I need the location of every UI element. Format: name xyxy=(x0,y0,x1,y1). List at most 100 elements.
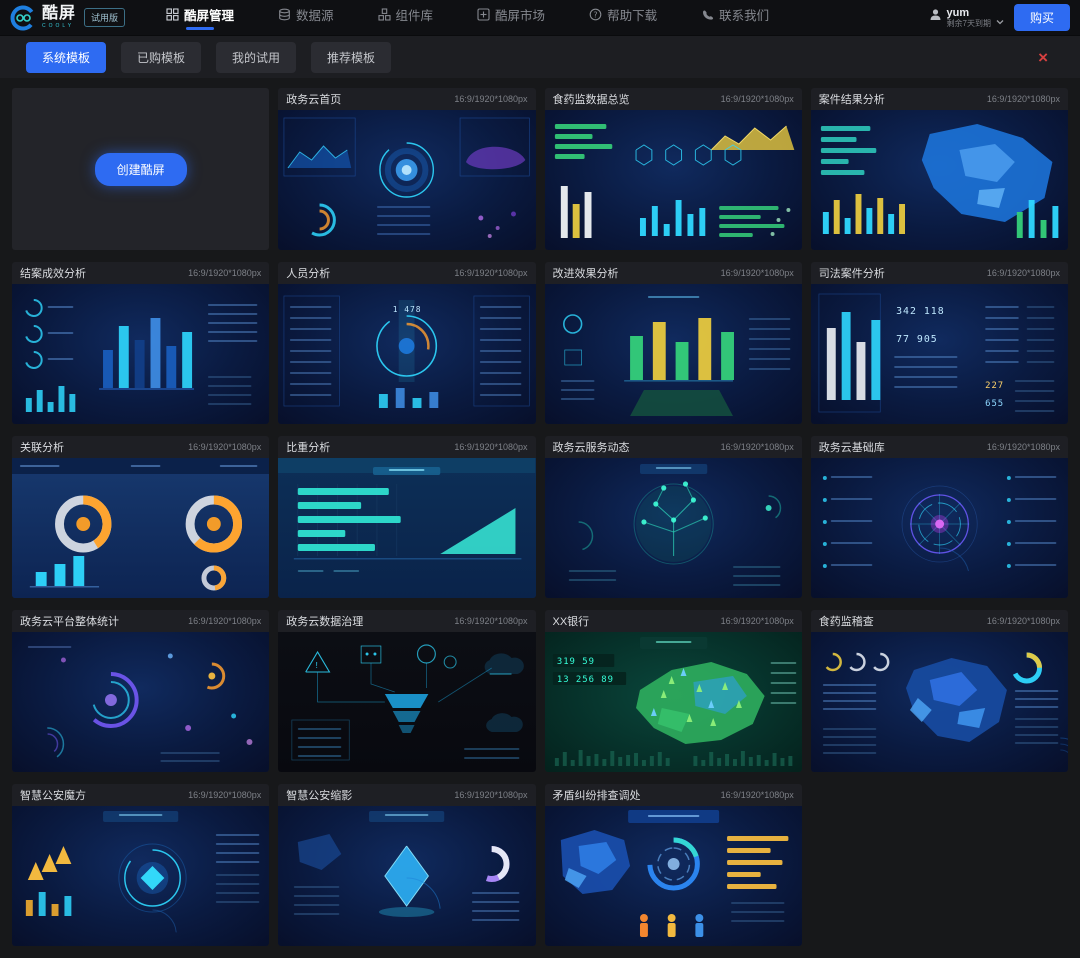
components-icon xyxy=(378,8,391,21)
nav-item-help-download[interactable]: ?帮助下载 xyxy=(589,5,657,30)
template-thumbnail xyxy=(12,806,269,946)
template-thumbnail: 319 59 13 256 89 xyxy=(545,632,802,772)
template-card[interactable]: 政务云数据治理 16:9/1920*1080px! xyxy=(278,610,535,772)
nav-item-component-lib[interactable]: 组件库 xyxy=(378,5,434,30)
template-card-header: 政务云数据治理 16:9/1920*1080px xyxy=(278,610,535,632)
template-card[interactable]: 食药监数据总览16:9/1920*1080px xyxy=(545,88,802,250)
create-screen-card[interactable]: 创建酷屏 xyxy=(12,88,269,250)
template-card-header: 食药监稽查16:9/1920*1080px xyxy=(811,610,1068,632)
template-thumbnail xyxy=(545,284,802,424)
template-size: 16:9/1920*1080px xyxy=(721,94,794,104)
database-icon xyxy=(278,8,291,21)
template-gallery: 创建酷屏 政务云首页16:9/1920*1080px食药监数据总览16:9/19… xyxy=(0,78,1080,958)
template-card[interactable]: 智慧公安魔方 16:9/1920*1080px xyxy=(12,784,269,946)
svg-text:342 118: 342 118 xyxy=(896,306,945,317)
template-card[interactable]: 政务云服务动态16:9/1920*1080px xyxy=(545,436,802,598)
nav-item-screen-manage[interactable]: 酷屏管理 xyxy=(166,5,234,30)
template-card[interactable]: 改进效果分析16:9/1920*1080px xyxy=(545,262,802,424)
nav-item-screen-market[interactable]: 酷屏市场 xyxy=(477,5,545,30)
template-title: 政务云数据治理 xyxy=(286,613,363,629)
template-size: 16:9/1920*1080px xyxy=(454,616,527,626)
template-thumbnail xyxy=(545,110,802,250)
template-size: 16:9/1920*1080px xyxy=(721,616,794,626)
user-icon xyxy=(929,8,942,26)
template-card[interactable]: 智慧公安缩影 16:9/1920*1080px xyxy=(278,784,535,946)
template-title: 关联分析 xyxy=(20,439,64,455)
buy-button[interactable]: 购买 xyxy=(1014,4,1070,31)
template-card[interactable]: 司法案件分析16:9/1920*1080px342 11877 90522765… xyxy=(811,262,1068,424)
tab-recommended-templates[interactable]: 推荐模板 xyxy=(311,42,391,73)
nav-item-label: 联系我们 xyxy=(719,5,769,24)
top-bar: 酷屏 COOLY 试用版 酷屏管理 数据源 组件库 酷屏市场 ?帮助下载 联系我们 yum… xyxy=(0,0,1080,36)
template-tabbar: 系统模板已购模板我的试用推荐模板 × xyxy=(0,36,1080,78)
template-size: 16:9/1920*1080px xyxy=(721,442,794,452)
template-card-header: 食药监数据总览16:9/1920*1080px xyxy=(545,88,802,110)
template-card[interactable]: 食药监稽查16:9/1920*1080px xyxy=(811,610,1068,772)
template-size: 16:9/1920*1080px xyxy=(454,94,527,104)
template-card-header: 政务云基础库16:9/1920*1080px xyxy=(811,436,1068,458)
template-title: 智慧公安魔方 xyxy=(20,787,86,803)
template-card[interactable]: 结案成效分析16:9/1920*1080px xyxy=(12,262,269,424)
brand: 酷屏 COOLY 试用版 xyxy=(10,5,138,31)
template-title: 司法案件分析 xyxy=(819,265,885,281)
template-thumbnail xyxy=(545,458,802,598)
template-card-header: 改进效果分析16:9/1920*1080px xyxy=(545,262,802,284)
template-thumbnail: 342 11877 905227655 xyxy=(811,284,1068,424)
template-size: 16:9/1920*1080px xyxy=(188,442,261,452)
template-thumbnail: ! xyxy=(278,632,535,772)
template-card-header: 结案成效分析16:9/1920*1080px xyxy=(12,262,269,284)
svg-text:13 256 89: 13 256 89 xyxy=(556,675,613,685)
template-size: 16:9/1920*1080px xyxy=(987,616,1060,626)
template-card[interactable]: 关联分析 16:9/1920*1080px xyxy=(12,436,269,598)
nav-item-label: 酷屏市场 xyxy=(495,5,545,24)
template-title: 人员分析 xyxy=(286,265,330,281)
template-title: XX银行 xyxy=(553,613,590,629)
svg-text:?: ? xyxy=(593,10,597,19)
template-card[interactable]: XX银行 16:9/1920*1080px 319 59 13 256 89 xyxy=(545,610,802,772)
template-card[interactable]: 政务云平台整体统计16:9/1920*1080px xyxy=(12,610,269,772)
template-size: 16:9/1920*1080px xyxy=(454,790,527,800)
brand-subtitle: COOLY xyxy=(42,24,76,29)
template-card-header: 矛盾纠纷排查调处16:9/1920*1080px xyxy=(545,784,802,806)
template-card[interactable]: 政务云基础库16:9/1920*1080px xyxy=(811,436,1068,598)
template-size: 16:9/1920*1080px xyxy=(188,616,261,626)
template-thumbnail xyxy=(12,284,269,424)
template-card[interactable]: 人员分析16:9/1920*1080px1 478 xyxy=(278,262,535,424)
tab-my-trial[interactable]: 我的试用 xyxy=(216,42,296,73)
tab-purchased-templates[interactable]: 已购模板 xyxy=(121,42,201,73)
nav-item-data-source[interactable]: 数据源 xyxy=(278,5,334,30)
nav-item-contact-us[interactable]: 联系我们 xyxy=(701,5,769,30)
close-icon[interactable]: × xyxy=(1032,47,1054,68)
svg-text:319 59: 319 59 xyxy=(556,657,594,667)
template-card-header: XX银行 16:9/1920*1080px xyxy=(545,610,802,632)
template-card[interactable]: 政务云首页 16:9/1920*1080px xyxy=(278,88,535,250)
user-status: 剩余7天到期 xyxy=(947,19,991,28)
help-icon: ? xyxy=(589,8,602,21)
template-thumbnail xyxy=(278,806,535,946)
template-card-header: 政务云首页 16:9/1920*1080px xyxy=(278,88,535,110)
template-thumbnail xyxy=(12,632,269,772)
template-size: 16:9/1920*1080px xyxy=(721,790,794,800)
template-card[interactable]: 案件结果分析16:9/1920*1080px xyxy=(811,88,1068,250)
template-title: 政务云首页 xyxy=(286,91,341,107)
template-card-header: 智慧公安魔方 16:9/1920*1080px xyxy=(12,784,269,806)
template-card-header: 智慧公安缩影 16:9/1920*1080px xyxy=(278,784,535,806)
nav-item-label: 数据源 xyxy=(296,5,334,24)
template-title: 改进效果分析 xyxy=(553,265,619,281)
user-menu[interactable]: yum 剩余7天到期 xyxy=(929,7,1004,29)
svg-text:!: ! xyxy=(316,661,318,670)
template-card[interactable]: 矛盾纠纷排查调处16:9/1920*1080px xyxy=(545,784,802,946)
tab-system-templates[interactable]: 系统模板 xyxy=(26,42,106,73)
template-title: 智慧公安缩影 xyxy=(286,787,352,803)
template-card[interactable]: 比重分析16:9/1920*1080px xyxy=(278,436,535,598)
nav-active-underline xyxy=(292,27,320,30)
template-card-header: 关联分析 16:9/1920*1080px xyxy=(12,436,269,458)
template-title: 比重分析 xyxy=(286,439,330,455)
phone-icon xyxy=(701,8,714,21)
screens-grid-icon xyxy=(166,8,179,21)
nav-active-underline xyxy=(609,27,637,30)
cooly-logo-icon xyxy=(10,5,36,31)
template-size: 16:9/1920*1080px xyxy=(188,790,261,800)
create-screen-button[interactable]: 创建酷屏 xyxy=(95,153,187,186)
trial-badge: 试用版 xyxy=(84,8,125,27)
